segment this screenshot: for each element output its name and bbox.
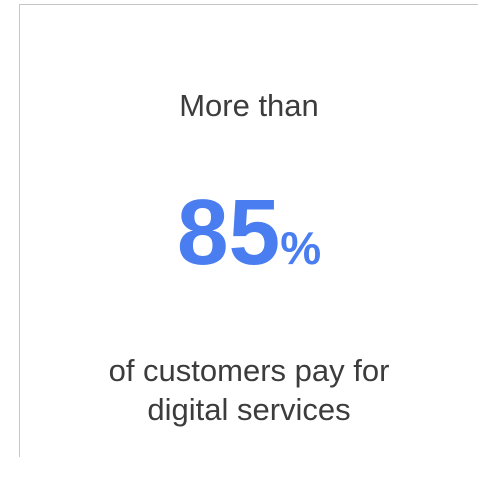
stat-description: of customers pay for digital services <box>20 351 478 429</box>
stat-number: 85 <box>176 180 281 284</box>
stat-unit: % <box>280 222 322 274</box>
stat-card: More than 85% of customers pay for digit… <box>19 4 478 457</box>
description-line-1: of customers pay for <box>108 353 390 388</box>
lead-text: More than <box>179 88 319 123</box>
description-line-2: digital services <box>147 392 351 427</box>
stat-value: 85% <box>20 186 478 279</box>
